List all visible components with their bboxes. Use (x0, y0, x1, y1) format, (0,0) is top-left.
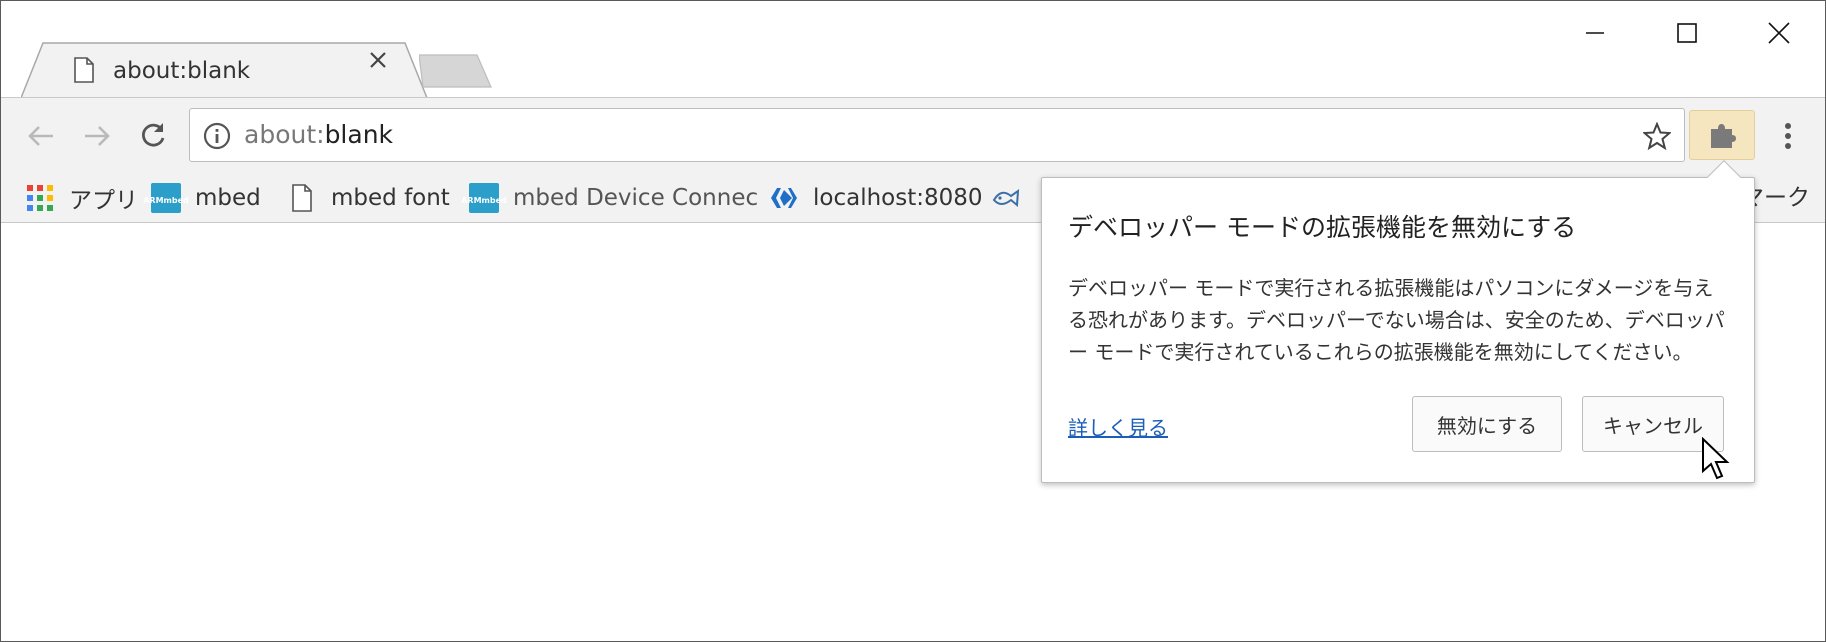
disable-extensions-button[interactable]: 無効にする (1412, 396, 1562, 452)
bookmark-label: mbed font (331, 185, 450, 211)
close-window-button[interactable] (1733, 1, 1825, 65)
bookmark-mbed-font[interactable]: mbed font (287, 181, 450, 215)
tab-title: about:blank (113, 58, 251, 84)
extension-button[interactable] (1689, 110, 1755, 160)
arm-mbed-icon: ARM mbed (143, 183, 189, 213)
maximize-button[interactable] (1641, 1, 1733, 65)
arm-mbed-icon: ARM mbed (461, 183, 507, 213)
toolbar: about:blank (1, 97, 1825, 173)
fish-icon (991, 183, 1021, 213)
new-tab-button[interactable] (418, 53, 493, 89)
bookmark-label: mbed Device Connec (513, 185, 759, 211)
back-arrow-icon (28, 126, 53, 146)
bookmark-mbed-device-connector[interactable]: ARM mbed mbed Device Connec (461, 181, 759, 215)
bookmark-localhost[interactable]: localhost:8080 (769, 181, 983, 215)
vertical-dots-icon (1785, 123, 1791, 149)
diamond-arrows-icon (769, 183, 799, 213)
menu-button[interactable] (1771, 112, 1805, 160)
info-icon[interactable] (202, 121, 232, 151)
page-icon (73, 57, 95, 83)
bookmark-mbed[interactable]: ARM mbed mbed (143, 181, 261, 215)
dev-mode-extensions-bubble: デベロッパー モードの拡張機能を無効にする デベロッパー モードで実行される拡張… (1041, 160, 1755, 483)
tab-about-blank[interactable]: about:blank (21, 41, 431, 99)
bubble-title: デベロッパー モードの拡張機能を無効にする (1068, 213, 1577, 242)
bookmark-label: mbed (195, 185, 261, 211)
bookmark-apps[interactable]: アプリ (25, 181, 138, 215)
url-host: blank (324, 120, 394, 149)
page-icon (287, 183, 317, 213)
tab-strip: about:blank (1, 1, 1825, 99)
minimize-button[interactable] (1549, 1, 1641, 65)
reload-icon (142, 123, 165, 147)
forward-arrow-icon (85, 126, 110, 146)
forward-button[interactable] (75, 114, 119, 158)
back-button[interactable] (19, 114, 63, 158)
address-bar[interactable]: about:blank (189, 108, 1685, 162)
bubble-message: デベロッパー モードで実行される拡張機能はパソコンにダメージを与える恐れがありま… (1068, 276, 1725, 364)
bookmark-star-icon[interactable] (1640, 119, 1674, 153)
url-scheme: about: (244, 120, 325, 149)
address-text[interactable]: about:blank (244, 120, 393, 149)
apps-grid-icon (25, 183, 55, 213)
mouse-cursor-icon (1701, 436, 1731, 481)
bookmark-label: アプリ (69, 188, 138, 214)
bookmark-label: localhost:8080 (813, 185, 983, 211)
learn-more-link[interactable]: 詳しく見る (1068, 412, 1168, 441)
bookmark-fish[interactable] (991, 181, 1035, 215)
browser-window: about:blank about:blank アプリ ARM mbed mbe… (0, 0, 1826, 642)
tab-close-icon[interactable] (369, 51, 405, 87)
reload-button[interactable] (131, 114, 175, 158)
puzzle-piece-icon (1711, 124, 1736, 148)
